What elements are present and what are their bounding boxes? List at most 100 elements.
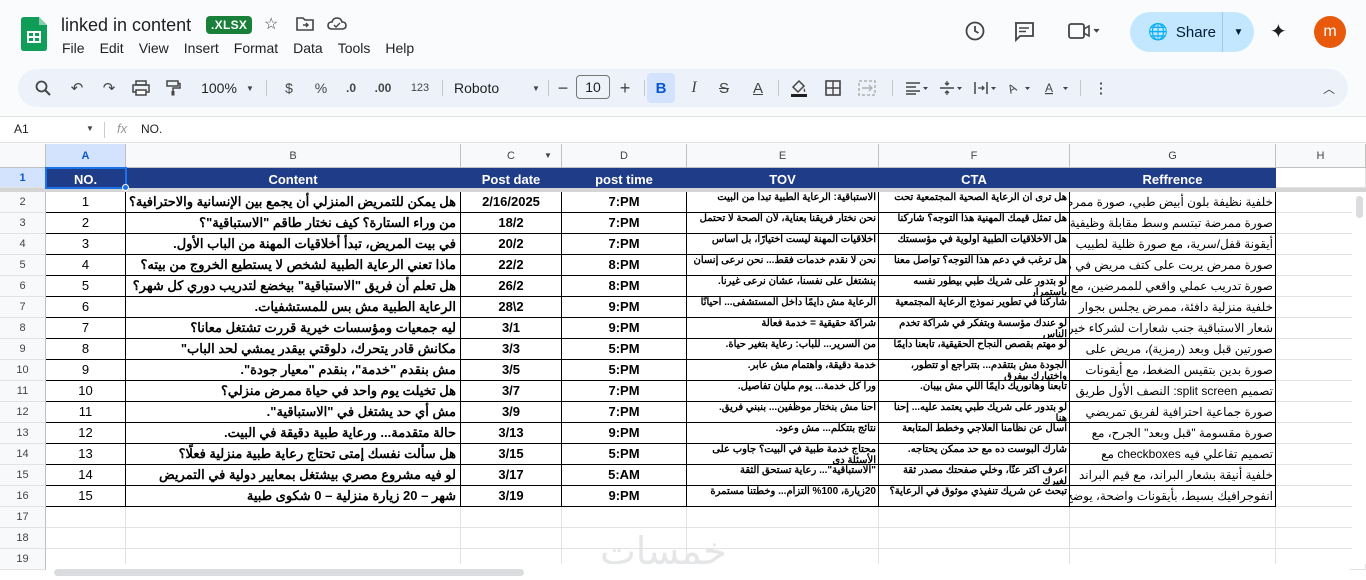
number-cell[interactable]: 4 — [46, 255, 126, 276]
comments-icon[interactable] — [1013, 20, 1035, 47]
menu-file[interactable]: File — [62, 40, 85, 56]
tov-cell[interactable]: من السرير... للباب: رعاية بتغير حياة. — [687, 339, 879, 360]
reference-cell[interactable]: خلفية أنيقة بشعار البراند، مع قيم البران… — [1070, 465, 1276, 486]
header-cell-b[interactable]: Content — [126, 168, 461, 188]
table-cell[interactable] — [1070, 507, 1276, 528]
cta-cell[interactable]: هل الأخلاقيات الطبية أولوية في مؤسستك — [879, 234, 1070, 255]
spreadsheet-grid[interactable]: خمسات A B C D E F G H 1 2 3 4 5 6 7 8 9 10 11 12 13 14 15 16 17 1… — [0, 144, 1366, 580]
decrease-decimal-icon[interactable]: .0 — [340, 69, 362, 107]
number-cell[interactable]: 8 — [46, 339, 126, 360]
reference-cell[interactable]: صورة تدريب عملي واقعي للممرضين، مع — [1070, 276, 1276, 297]
tov-cell[interactable]: أخلاقيات المهنة ليست اختيارًا، بل أساس — [687, 234, 879, 255]
number-cell[interactable]: 13 — [46, 444, 126, 465]
content-cell[interactable]: حالة متقدمة... ورعاية طبية دقيقة في البي… — [126, 423, 461, 444]
menu-edit[interactable]: Edit — [100, 40, 124, 56]
menu-insert[interactable]: Insert — [184, 40, 219, 56]
content-cell[interactable]: ماذا تعني الرعاية الطبية لشخص لا يستطيع … — [126, 255, 461, 276]
post-date-cell[interactable]: 3/5 — [461, 360, 562, 381]
post-date-cell[interactable]: 2/16/2025 — [461, 192, 562, 213]
number-cell[interactable]: 7 — [46, 318, 126, 339]
number-cell[interactable]: 10 — [46, 381, 126, 402]
table-cell[interactable] — [687, 507, 879, 528]
content-cell[interactable]: شهر – 20 زيارة منزلية – 0 شكوى طبية — [126, 486, 461, 507]
reference-cell[interactable]: خلفية منزلية دافئة، ممرض يجلس بجوار — [1070, 297, 1276, 318]
column-header-f[interactable]: F — [879, 144, 1070, 168]
row-header-17[interactable]: 17 — [0, 507, 46, 528]
text-rotation-icon[interactable]: A — [1004, 69, 1034, 107]
header-cell-c[interactable]: Post date — [461, 168, 562, 188]
header-cell-e[interactable]: TOV — [687, 168, 879, 188]
row-header-1[interactable]: 1 — [0, 168, 46, 188]
borders-icon[interactable] — [820, 69, 846, 107]
name-box[interactable]: A1 — [14, 122, 29, 136]
row-header-7[interactable]: 7 — [0, 297, 46, 318]
column-header-e[interactable]: E — [687, 144, 879, 168]
post-time-cell[interactable]: 5:PM — [562, 444, 687, 465]
cta-cell[interactable]: شاركنا في تطوير نموذج الرعاية المجتمعية — [879, 297, 1070, 318]
header-cell-g[interactable]: Reffrence — [1070, 168, 1276, 188]
gemini-sparkle-icon[interactable]: ✦ — [1270, 19, 1287, 44]
tov-cell[interactable]: "الاستباقية"... رعاية تستحق الثقة — [687, 465, 879, 486]
content-cell[interactable]: مش بنقدم "خدمة"، بنقدم "معيار جودة". — [126, 360, 461, 381]
formula-input[interactable]: NO. — [141, 122, 162, 136]
reference-cell[interactable]: صورتين قبل وبعد (رمزية)، مريض على — [1070, 339, 1276, 360]
select-all-corner[interactable] — [0, 144, 46, 168]
content-cell[interactable]: هل تعلم أن فريق "الاستباقية" بيخضع لتدري… — [126, 276, 461, 297]
reference-cell[interactable]: خلفية نظيفة بلون أبيض طبي، صورة ممرض — [1070, 192, 1276, 213]
print-icon[interactable] — [128, 69, 154, 107]
number-cell[interactable]: 12 — [46, 423, 126, 444]
table-cell[interactable] — [562, 507, 687, 528]
tov-cell[interactable]: نتائج بتتكلم... مش وعود. — [687, 423, 879, 444]
document-title[interactable]: linked in content — [61, 15, 191, 36]
row-header-4[interactable]: 4 — [0, 234, 46, 255]
row-header-15[interactable]: 15 — [0, 465, 46, 486]
cta-cell[interactable]: لو مهتم بقصص النجاح الحقيقية، تابعنا داي… — [879, 339, 1070, 360]
post-date-cell[interactable]: 3/13 — [461, 423, 562, 444]
content-cell[interactable]: مش أي حد يشتغل في "الاستباقية". — [126, 402, 461, 423]
tov-cell[interactable]: الاستباقية: الرعاية الطبية تبدأ من البيت — [687, 192, 879, 213]
zoom-select[interactable]: 100% — [194, 69, 244, 107]
cta-cell[interactable]: اسأل عن نظامنا العلاجي وخطط المتابعة — [879, 423, 1070, 444]
text-wrapping-icon[interactable] — [970, 69, 1000, 107]
cta-cell[interactable]: تابعنا وهانوريك دايمًا اللي مش بيبان. — [879, 381, 1070, 402]
reference-cell[interactable]: تصميم split screen: النصف الأول طريق — [1070, 381, 1276, 402]
number-cell[interactable]: 1 — [46, 192, 126, 213]
cta-cell[interactable]: شارك البوست ده مع حد ممكن يحتاجه. — [879, 444, 1070, 465]
tov-cell[interactable]: ورا كل خدمة... يوم مليان تفاصيل. — [687, 381, 879, 402]
content-cell[interactable]: من وراء الستارة؟ كيف نختار طاقم "الاستبا… — [126, 213, 461, 234]
cta-cell[interactable]: هل تمثل قيمك المهنية هذا التوجه؟ شاركنا — [879, 213, 1070, 234]
zoom-chevron-icon[interactable]: ▼ — [244, 69, 256, 107]
vertical-scrollbar[interactable] — [1352, 192, 1366, 564]
row-header-18[interactable]: 18 — [0, 528, 46, 549]
row-header-16[interactable]: 16 — [0, 486, 46, 507]
menu-data[interactable]: Data — [293, 40, 323, 56]
meet-video-icon[interactable] — [1068, 20, 1100, 47]
row-header-3[interactable]: 3 — [0, 213, 46, 234]
post-time-cell[interactable]: 7:PM — [562, 213, 687, 234]
font-select[interactable]: Roboto — [454, 69, 534, 107]
row-header-13[interactable]: 13 — [0, 423, 46, 444]
content-cell[interactable]: لو فيه مشروع مصري بيشتغل بمعايير دولية ف… — [126, 465, 461, 486]
post-date-cell[interactable]: 26/2 — [461, 276, 562, 297]
table-cell[interactable] — [1070, 528, 1276, 549]
row-header-8[interactable]: 8 — [0, 318, 46, 339]
sheets-logo-icon[interactable] — [21, 17, 47, 51]
table-cell[interactable] — [46, 507, 126, 528]
table-cell[interactable] — [1276, 168, 1366, 188]
name-box-chevron-icon[interactable]: ▼ — [86, 124, 94, 133]
fill-handle[interactable] — [122, 184, 129, 191]
post-time-cell[interactable]: 9:PM — [562, 318, 687, 339]
menu-help[interactable]: Help — [385, 40, 414, 56]
reference-cell[interactable]: أيقونة قفل/سرية، مع صورة ظلية لطبيب — [1070, 234, 1276, 255]
table-cell[interactable] — [879, 528, 1070, 549]
horizontal-scrollbar[interactable] — [46, 564, 1350, 580]
content-cell[interactable]: هل تخيلت يوم واحد في حياة ممرض منزلي؟ — [126, 381, 461, 402]
header-cell-f[interactable]: CTA — [879, 168, 1070, 188]
post-date-cell[interactable]: 3/17 — [461, 465, 562, 486]
post-time-cell[interactable]: 5:AM — [562, 465, 687, 486]
header-cell-a[interactable]: NO. — [46, 168, 126, 188]
move-folder-icon[interactable] — [296, 16, 314, 37]
reference-cell[interactable]: انفوجرافيك بسيط، بأيقونات واضحة، يوضح — [1070, 486, 1276, 507]
post-time-cell[interactable]: 8:PM — [562, 276, 687, 297]
text-color-button[interactable]: A — [746, 69, 770, 107]
